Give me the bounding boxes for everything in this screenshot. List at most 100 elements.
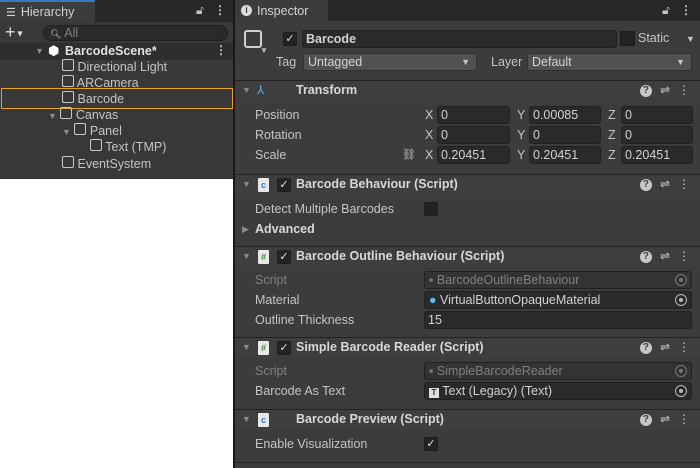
expand-arrow-icon[interactable]: ▶ [242,224,249,235]
script-value: BarcodeOutlineBehaviour [436,273,580,287]
enable-visualization-checkbox[interactable]: ✓ [424,437,438,451]
presets-icon[interactable]: ⇌ [660,177,670,191]
layer-label: Layer [491,55,523,69]
scene-name: BarcodeScene* [65,44,157,58]
hierarchy-item[interactable]: Text (TMP) [90,139,166,155]
barcode-as-text-label: Barcode As Text [255,384,346,398]
scale-z-field[interactable]: 0.20451 [621,146,693,164]
item-label: Barcode [77,92,125,106]
position-y-field[interactable]: 0.00085 [529,106,601,124]
enabled-checkbox[interactable]: ✓ [277,178,291,192]
help-icon[interactable]: ? [639,179,652,191]
material-field[interactable]: ● VirtualButtonOpaqueMaterial [424,291,692,309]
collapse-arrow-icon[interactable]: ▼ [242,414,251,424]
presets-icon[interactable]: ⇌ [660,412,670,426]
rotation-y-field[interactable]: 0 [529,126,601,144]
tab-inspector[interactable]: i Inspector [235,0,328,21]
hierarchy-item-selected[interactable]: Barcode [62,91,124,107]
position-z-field[interactable]: 0 [621,106,693,124]
gameobject-icon [60,107,73,119]
help-icon[interactable]: ? [639,251,652,263]
presets-icon[interactable]: ⇌ [660,249,670,263]
list-icon: ☰ [6,6,16,19]
csharp-script-icon: c [258,413,269,427]
outline-thickness-label: Outline Thickness [255,313,355,327]
text-component-icon: T [429,388,439,398]
tab-hierarchy[interactable]: ☰ Hierarchy [0,0,95,22]
scene-more-icon[interactable]: ⋮ [215,43,227,57]
more-icon[interactable]: ⋮ [678,340,690,354]
item-label: Canvas [75,108,119,122]
axis-y: Y [517,148,526,162]
material-icon: ● [429,293,437,307]
barcode-reader-header[interactable]: ▼ # ✓ Simple Barcode Reader (Script) ? ⇌ ⋮ [235,337,700,358]
lock-icon[interactable]: 🔓︎ [196,3,204,18]
collapse-arrow-icon[interactable]: ▼ [242,85,251,95]
collapse-arrow-icon[interactable]: ▼ [242,251,251,261]
more-icon[interactable]: ⋮ [678,412,690,426]
help-icon[interactable]: ? [639,85,652,97]
hierarchy-item[interactable]: EventSystem [62,156,151,172]
position-x-field[interactable]: 0 [437,106,510,124]
component-title: Transform [296,83,358,97]
help-icon[interactable]: ? [639,342,652,354]
hierarchy-item[interactable]: Directional Light [62,59,167,75]
collapse-arrow-icon[interactable]: ▼ [242,342,251,352]
object-picker-icon[interactable] [675,294,687,306]
component-title: Barcode Behaviour (Script) [296,177,458,191]
presets-icon[interactable]: ⇌ [660,340,670,354]
rotation-z-field[interactable]: 0 [621,126,693,144]
script-icon: ▪ [429,364,434,378]
gameobject-icon [62,156,74,168]
outline-thickness-field[interactable]: 15 [424,311,692,329]
presets-icon[interactable]: ⇌ [660,83,670,97]
static-checkbox[interactable] [620,31,635,46]
barcode-as-text-field[interactable]: T Text (Legacy) (Text) [424,382,692,400]
barcode-as-text-value: Text (Legacy) (Text) [442,384,553,398]
search-placeholder: All [64,26,79,40]
expand-arrow-icon[interactable]: ▼ [62,127,71,137]
enabled-checkbox[interactable]: ✓ [277,250,291,264]
rotation-x-field[interactable]: 0 [437,126,510,144]
gameobject-icon [74,123,87,135]
search-input[interactable]: 🔍︎ All [43,25,228,41]
object-picker-icon[interactable] [675,385,687,397]
transform-header[interactable]: ▼ ⅄ Transform ? ⇌ ⋮ [235,80,700,101]
collapse-arrow-icon[interactable]: ▼ [242,179,251,189]
scale-x-field[interactable]: 0.20451 [437,146,510,164]
more-icon[interactable]: ⋮ [678,83,690,97]
item-label: Text (TMP) [105,140,167,154]
axis-z: Z [608,148,616,162]
static-dropdown-icon[interactable]: ▼ [686,34,695,44]
help-icon[interactable]: ? [639,414,652,426]
scale-y-field[interactable]: 0.20451 [529,146,601,164]
axis-x: X [425,128,434,142]
barcode-behaviour-header[interactable]: ▼ c ✓ Barcode Behaviour (Script) ? ⇌ ⋮ [235,174,700,195]
constrain-proportions-icon[interactable]: ⛓︎ [402,148,416,161]
lock-icon[interactable]: 🔓︎ [662,3,670,18]
more-icon[interactable]: ⋮ [214,3,226,17]
add-button[interactable]: +▼ [5,23,24,42]
component-title: Simple Barcode Reader (Script) [296,340,484,354]
enable-visualization-label: Enable Visualization [255,437,368,451]
barcode-preview-header[interactable]: ▼ c Barcode Preview (Script) ? ⇌ ⋮ [235,409,700,430]
detect-multiple-checkbox[interactable] [424,202,438,216]
more-icon[interactable]: ⋮ [678,249,690,263]
layer-dropdown[interactable]: Default ▼ [527,53,692,71]
tag-dropdown[interactable]: Untagged ▼ [303,53,477,71]
static-label: Static [638,31,670,45]
enabled-checkbox[interactable]: ✓ [277,341,291,355]
object-name-input[interactable]: Barcode [302,30,617,48]
hierarchy-item[interactable]: ▼ Panel [62,123,122,139]
expand-arrow-icon[interactable]: ▼ [48,111,57,121]
scene-row[interactable]: ▼ ⬢ BarcodeScene* ⋮ [0,43,233,60]
advanced-foldout[interactable]: Advanced [255,222,315,236]
icon-dropdown-icon[interactable]: ▼ [260,46,268,55]
active-checkbox[interactable]: ✓ [283,32,297,46]
expand-arrow-icon[interactable]: ▼ [35,46,44,56]
more-icon[interactable]: ⋮ [680,3,692,17]
hierarchy-item[interactable]: ▼ Canvas [48,107,118,123]
outline-behaviour-header[interactable]: ▼ # ✓ Barcode Outline Behaviour (Script)… [235,246,700,267]
axis-y: Y [517,108,526,122]
more-icon[interactable]: ⋮ [678,177,690,191]
